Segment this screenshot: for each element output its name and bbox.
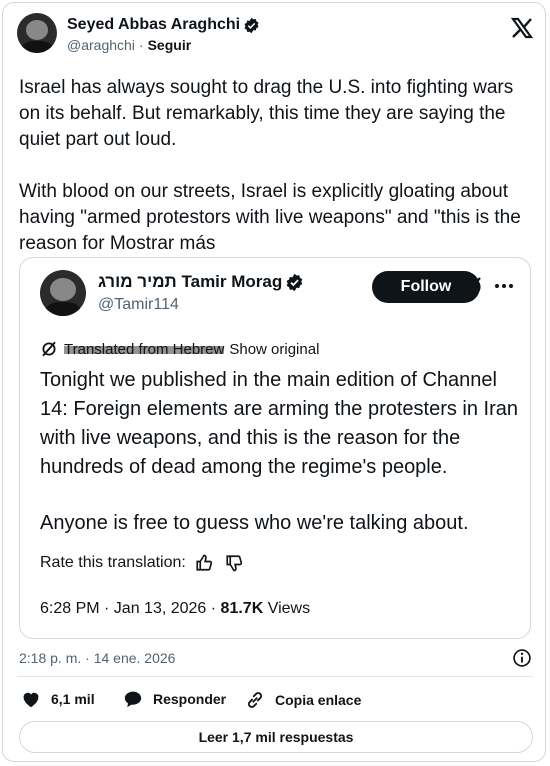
reply-label: Responder — [153, 691, 227, 707]
quote-author-handle[interactable]: @Tamir114 — [98, 296, 304, 314]
quote-author-avatar[interactable] — [40, 270, 86, 316]
show-more-link[interactable]: Mostrar más — [110, 233, 216, 254]
quoted-paragraph-1: Tonight we published in the main edition… — [40, 369, 519, 478]
quoted-tweet-text: Tonight we published in the main edition… — [40, 366, 530, 538]
rate-translation-label: Rate this translation: — [40, 554, 186, 571]
tweet-timestamp[interactable]: 2:18 p. m. · 14 ene. 2026 — [19, 650, 175, 666]
speech-bubble-icon — [124, 691, 142, 708]
quoted-tweet[interactable]: תמיר מורג Tamir Morag @Tamir114 Follow T… — [19, 257, 531, 639]
like-action[interactable]: 6,1 mil — [21, 690, 95, 708]
tweet-paragraph-2-text: With blood on our streets, Israel is exp… — [19, 181, 521, 254]
translated-from-label: Translated from Hebrew — [64, 340, 225, 358]
link-icon — [247, 692, 263, 708]
tweet-paragraph-2: With blood on our streets, Israel is exp… — [19, 179, 539, 257]
views-count: 81.7K — [220, 600, 264, 617]
author-handle[interactable]: @araghchi — [67, 37, 135, 53]
thumbs-down-icon[interactable] — [225, 554, 243, 572]
author-name[interactable]: Seyed Abbas Araghchi — [67, 16, 240, 34]
heart-icon — [23, 692, 39, 708]
embedded-tweet-card: Seyed Abbas Araghchi @araghchi · Seguir … — [2, 2, 546, 762]
separator-dot: · — [138, 37, 144, 53]
show-original-link[interactable]: Show original — [229, 341, 319, 358]
quote-author-name[interactable]: תמיר מורג Tamir Morag — [98, 272, 282, 292]
quoted-tweet-time-date[interactable]: 6:28 PM · Jan 13, 2026 · — [40, 600, 221, 617]
read-replies-button[interactable]: Leer 1,7 mil respuestas — [19, 721, 533, 753]
like-count: 6,1 mil — [51, 691, 95, 707]
more-icon[interactable] — [494, 278, 514, 294]
slashed-circle-icon — [42, 341, 56, 357]
translation-notice: Translated from Hebrew Show original — [40, 340, 319, 358]
copy-link-label: Copia enlace — [275, 692, 362, 708]
copy-link-action[interactable]: Copia enlace — [245, 690, 361, 710]
x-logo-icon[interactable] — [510, 16, 534, 40]
quote-author-info: תמיר מורג Tamir Morag @Tamir114 — [98, 272, 304, 314]
quoted-tweet-meta: 6:28 PM · Jan 13, 2026 · 81.7K Views — [40, 600, 310, 618]
verified-badge-icon — [286, 273, 303, 291]
views-label: Views — [267, 600, 311, 617]
author-info: Seyed Abbas Araghchi @araghchi · Seguir — [67, 16, 260, 53]
rate-translation: Rate this translation: — [40, 554, 243, 572]
info-icon[interactable] — [512, 648, 532, 668]
verified-badge-icon — [244, 17, 259, 33]
slashed-circle-icon[interactable] — [460, 275, 484, 299]
follow-link[interactable]: Seguir — [148, 37, 192, 53]
quoted-paragraph-2: Anyone is free to guess who we're talkin… — [40, 512, 469, 534]
tweet-text: Israel has always sought to drag the U.S… — [19, 75, 539, 257]
divider — [17, 676, 533, 677]
reply-action[interactable]: Responder — [123, 690, 226, 708]
author-avatar[interactable] — [17, 13, 57, 53]
thumbs-up-icon[interactable] — [195, 554, 213, 572]
tweet-paragraph-1: Israel has always sought to drag the U.S… — [19, 77, 514, 150]
